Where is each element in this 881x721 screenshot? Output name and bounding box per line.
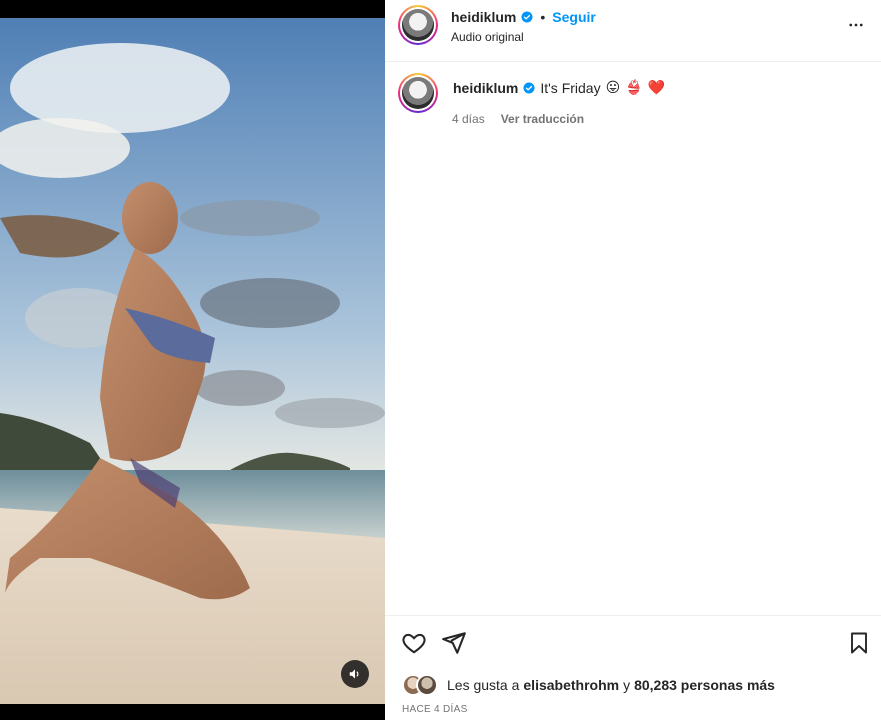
post-actions: Les gusta a elisabethrohm y 80,283 perso… [385,615,881,721]
caption-emoji-2: 👙 [625,79,643,95]
more-options-icon[interactable] [847,16,865,34]
speaker-icon [349,669,359,679]
post-header: heidiklum • Seguir Audio original [385,0,881,62]
send-icon[interactable] [441,630,467,656]
media-bottom-bar [0,704,385,720]
header-username[interactable]: heidiklum [451,9,516,25]
caption-avatar[interactable] [398,73,438,113]
media-top-bar [0,0,385,18]
liker-avatar-2[interactable] [416,674,438,696]
bookmark-icon[interactable] [847,630,871,656]
mute-button[interactable] [341,660,369,688]
likes-user[interactable]: elisabethrohm [523,677,619,693]
caption-emoji-3: ❤️ [647,79,666,95]
verified-badge-icon [521,11,533,23]
post-media[interactable] [0,0,385,720]
likes-count[interactable]: 80,283 personas más [634,677,775,693]
heart-icon[interactable] [401,630,427,656]
audio-label[interactable]: Audio original [451,30,524,44]
caption-emoji-1: 😛 [605,79,621,95]
likes-joiner: y [623,677,631,693]
likes-prefix: Les gusta a [447,677,520,693]
post-details-panel: heidiklum • Seguir Audio original heidik… [385,0,881,720]
caption-text: It's Friday [540,79,601,96]
caption-time[interactable]: 4 días [452,112,485,126]
verified-badge-icon [523,82,535,93]
post-date[interactable]: HACE 4 DÍAS [402,704,468,715]
see-translation-link[interactable]: Ver traducción [501,112,584,126]
post-photo [0,18,385,704]
likes-summary: Les gusta a elisabethrohm y 80,283 perso… [402,674,775,696]
separator-dot: • [540,9,546,25]
caption-username[interactable]: heidiklum [453,80,518,96]
avatar[interactable] [398,5,438,45]
follow-button[interactable]: Seguir [552,9,596,25]
